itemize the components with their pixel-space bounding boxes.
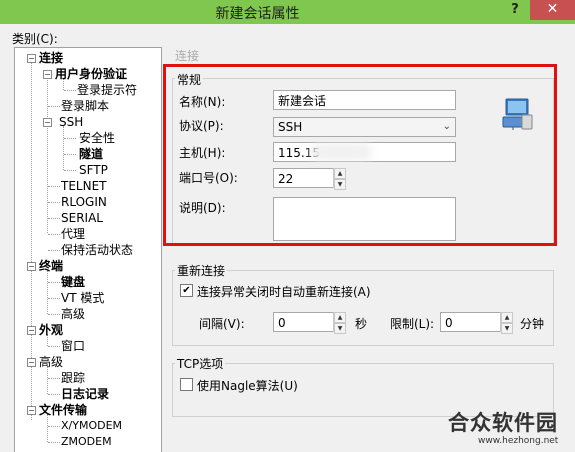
- tree-terminal-advanced[interactable]: 高级: [61, 306, 85, 322]
- limit-value: 0: [445, 316, 453, 330]
- collapse-icon[interactable]: −: [43, 70, 52, 79]
- tree-sftp[interactable]: SFTP: [79, 162, 108, 178]
- reconnect-group-title: 重新连接: [175, 262, 228, 279]
- category-label: 类别(C):: [12, 32, 58, 46]
- tree-file-transfer[interactable]: 文件传输: [39, 402, 87, 418]
- watermark-text: 合众软件园: [448, 411, 558, 435]
- tree-line: [64, 154, 76, 155]
- tree-line: [48, 202, 60, 203]
- tree-line: [48, 346, 60, 347]
- reconnect-group: [172, 270, 554, 346]
- tree-advanced[interactable]: 高级: [39, 354, 63, 370]
- tree-line: [47, 270, 48, 314]
- tree-login-prompt[interactable]: 登录提示符: [77, 82, 137, 98]
- tree-login-script[interactable]: 登录脚本: [61, 98, 109, 114]
- tree-line: [47, 78, 48, 233]
- tree-connection[interactable]: 连接: [39, 50, 63, 66]
- tree-line: [48, 186, 60, 187]
- seconds-unit: 秒: [355, 317, 368, 331]
- collapse-icon[interactable]: −: [27, 406, 36, 415]
- tree-line: [48, 282, 60, 283]
- tree-line: [48, 106, 60, 107]
- tree-line: [47, 366, 48, 394]
- tree-trace[interactable]: 跟踪: [61, 370, 85, 386]
- tree-line: [48, 442, 60, 443]
- tree-user-auth[interactable]: 用户身份验证: [55, 66, 127, 82]
- tree-keepalive[interactable]: 保持活动状态: [61, 242, 133, 258]
- tree-line: [64, 90, 76, 91]
- tree-line: [48, 378, 60, 379]
- interval-label: 间隔(V):: [199, 317, 245, 331]
- interval-stepper[interactable]: ▲ ▼: [333, 312, 346, 334]
- limit-stepper[interactable]: ▲ ▼: [500, 312, 513, 334]
- tree-line: [48, 298, 60, 299]
- tree-ssh[interactable]: SSH: [59, 114, 83, 130]
- interval-value: 0: [278, 316, 286, 330]
- tcp-group-title: TCP选项: [175, 355, 226, 372]
- tree-line: [48, 218, 60, 219]
- collapse-icon[interactable]: −: [43, 118, 52, 127]
- tree-line: [48, 394, 60, 395]
- auto-reconnect-checkbox[interactable]: ✔: [180, 284, 193, 297]
- auto-reconnect-label: 连接异常关闭时自动重新连接(A): [197, 285, 371, 299]
- close-button[interactable]: ✕: [530, 0, 575, 20]
- tree-line: [64, 170, 76, 171]
- tree-telnet[interactable]: TELNET: [61, 178, 107, 194]
- nagle-label: 使用Nagle算法(U): [197, 379, 298, 393]
- tree-line: [47, 414, 48, 442]
- tree-xymodem[interactable]: X/YMODEM: [61, 418, 122, 434]
- tree-window[interactable]: 窗口: [61, 338, 85, 354]
- minutes-unit: 分钟: [520, 317, 545, 331]
- interval-field[interactable]: 0 ▲ ▼: [273, 312, 346, 334]
- watermark-url: www.hezhong.net: [478, 436, 559, 446]
- window-title: 新建会话属性: [215, 6, 300, 22]
- tree-line: [48, 314, 60, 315]
- nagle-checkbox[interactable]: [180, 378, 193, 391]
- collapse-icon[interactable]: −: [27, 262, 36, 271]
- tree-rlogin[interactable]: RLOGIN: [61, 194, 107, 210]
- panel-header: 连接: [175, 49, 200, 63]
- tree-line: [48, 426, 60, 427]
- limit-label: 限制(L):: [390, 317, 435, 331]
- tree-serial[interactable]: SERIAL: [61, 210, 103, 226]
- collapse-icon[interactable]: −: [27, 326, 36, 335]
- tree-zmodem[interactable]: ZMODEM: [61, 434, 112, 450]
- tree-keyboard[interactable]: 键盘: [61, 274, 85, 290]
- collapse-icon[interactable]: −: [27, 358, 36, 367]
- tree-line: [48, 234, 60, 235]
- tree-security[interactable]: 安全性: [79, 130, 115, 146]
- tree-tunnel[interactable]: 隧道: [79, 146, 103, 162]
- tree-proxy[interactable]: 代理: [61, 226, 85, 242]
- category-tree[interactable]: − 连接 − 用户身份验证 登录提示符 登录脚本 − SSH 安全性 隧道 SF…: [14, 47, 162, 452]
- collapse-icon[interactable]: −: [27, 54, 36, 63]
- tree-line: [63, 126, 64, 170]
- limit-field[interactable]: 0 ▲ ▼: [440, 312, 513, 334]
- tree-line: [64, 138, 76, 139]
- help-button[interactable]: ?: [504, 0, 526, 20]
- tree-log[interactable]: 日志记录: [61, 386, 109, 402]
- annotation-highlight-box: [163, 64, 557, 246]
- tree-appearance[interactable]: 外观: [39, 322, 63, 338]
- title-bar: 新建会话属性 ? ✕: [0, 0, 575, 24]
- tree-vt-mode[interactable]: VT 模式: [61, 290, 104, 306]
- tree-terminal[interactable]: 终端: [39, 258, 63, 274]
- tree-line: [48, 250, 60, 251]
